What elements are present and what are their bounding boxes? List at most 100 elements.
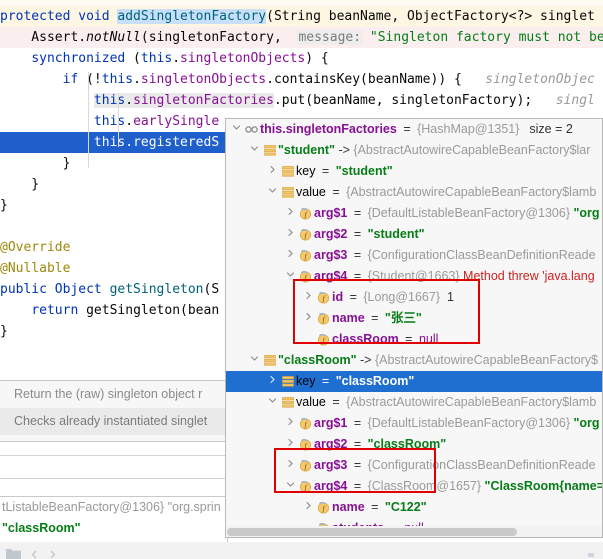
- code-line[interactable]: if (!this.singletonObjects.containsKey(b…: [0, 69, 603, 90]
- chevron-right-icon[interactable]: [266, 161, 279, 182]
- debugger-tree-row[interactable]: f id = {Long@1667} 1: [226, 287, 602, 308]
- chevron-right-icon[interactable]: [284, 245, 297, 266]
- chevron-right-icon[interactable]: [266, 371, 279, 392]
- panel-divider-2: [0, 478, 228, 479]
- debugger-tree-row[interactable]: f arg$1 = {DefaultListableBeanFactory@130…: [226, 203, 602, 224]
- debugger-value-tooltip[interactable]: this.singletonFactories = {HashMap@1351}…: [225, 118, 603, 538]
- debugger-tree-row[interactable]: f arg$3 = {ConfigurationClassBeanDefiniti…: [226, 245, 602, 266]
- code-line[interactable]: synchronized (this.singletonObjects) {: [0, 48, 603, 69]
- chevron-right-icon[interactable]: [48, 546, 57, 559]
- field-icon: f: [297, 224, 314, 245]
- chevron-down-icon[interactable]: [284, 266, 297, 287]
- debugger-tree-row[interactable]: value = {AbstractAutowireCapableBeanFact…: [226, 392, 602, 413]
- code-token: public Object: [0, 282, 110, 297]
- equals-sign: =: [367, 311, 382, 325]
- chevron-right-icon[interactable]: [284, 224, 297, 245]
- field-icon: f: [297, 203, 314, 224]
- debugger-tree-row[interactable]: "student" -> {AbstractAutowireCapableBea…: [226, 140, 602, 161]
- code-token: .: [125, 135, 134, 150]
- entry-icon: [279, 182, 296, 203]
- debugger-tree-row[interactable]: f arg$1 = {DefaultListableBeanFactory@130…: [226, 413, 602, 434]
- code-token: if: [62, 72, 79, 87]
- chevron-right-icon[interactable]: [302, 308, 315, 329]
- equals-sign: =: [350, 269, 365, 283]
- code-token: this: [101, 72, 134, 87]
- debugger-tree-row[interactable]: key = "student": [226, 161, 602, 182]
- folder-icon[interactable]: [6, 546, 21, 559]
- debugger-scrollbar-thumb[interactable]: [227, 528, 517, 536]
- variable-string-value: "student": [335, 164, 393, 178]
- chevron-down-icon[interactable]: [248, 350, 261, 371]
- bg-var-row-2[interactable]: "classRoom": [0, 518, 227, 539]
- debugger-tree-row[interactable]: f arg$4 = {ClassRoom@1657} "ClassRoom{nam…: [226, 476, 602, 497]
- variable-type: {AbstractAutowireCapableBeanFactory$lamb: [346, 185, 600, 199]
- variable-string-value: "org: [573, 416, 600, 430]
- chevron-left-icon[interactable]: [30, 546, 39, 559]
- debugger-tree-row[interactable]: f name = "C122": [226, 497, 602, 518]
- variable-name: arg$3: [314, 248, 348, 262]
- variable-name: classRoom: [332, 332, 399, 346]
- code-token: }: [0, 156, 71, 171]
- chevron-right-icon[interactable]: [284, 434, 297, 455]
- debugger-tree-row[interactable]: this.singletonFactories = {HashMap@1351}…: [226, 119, 602, 140]
- debugger-horizontal-scrollbar[interactable]: [226, 526, 602, 537]
- code-token: (singletonFactory,: [140, 30, 298, 45]
- chevron-right-icon[interactable]: [302, 287, 315, 308]
- entry-icon: [261, 350, 278, 371]
- variable-name: arg$4: [314, 269, 348, 283]
- watch-icon: [243, 119, 260, 140]
- field-icon: f: [315, 287, 332, 308]
- chevron-down-icon[interactable]: [266, 392, 279, 413]
- chevron-down-icon[interactable]: [266, 182, 279, 203]
- bg-var-row-1[interactable]: tListableBeanFactory@1306} "org.sprin: [0, 497, 227, 518]
- code-token: message:: [297, 30, 363, 45]
- chevron-down-icon[interactable]: [284, 476, 297, 497]
- bottom-right-icon[interactable]: [588, 548, 598, 559]
- code-token: this: [93, 135, 126, 150]
- variable-name: arg$1: [314, 416, 348, 430]
- debugger-tree-row[interactable]: f arg$3 = {ConfigurationClassBeanDefiniti…: [226, 455, 602, 476]
- debugger-tree-row[interactable]: f arg$2 = "student": [226, 224, 602, 245]
- variable-string-value: "student": [367, 227, 425, 241]
- debugger-tree-row[interactable]: "classRoom" -> {AbstractAutowireCapableB…: [226, 350, 602, 371]
- code-token: "Singleton factory must not be: [369, 30, 603, 45]
- code-token: addSingletonFactory: [117, 9, 267, 24]
- variable-name: arg$4: [314, 479, 348, 493]
- chevron-right-icon[interactable]: [284, 203, 297, 224]
- code-token: singl: [555, 93, 595, 108]
- equals-sign: =: [350, 248, 365, 262]
- collection-size: size = 2: [525, 122, 573, 136]
- chevron-right-icon[interactable]: [302, 497, 315, 518]
- variable-name: id: [332, 290, 344, 304]
- map-key-string: "student": [278, 143, 335, 157]
- field-icon: f: [297, 476, 314, 497]
- chevron-right-icon[interactable]: [284, 413, 297, 434]
- debugger-tree[interactable]: this.singletonFactories = {HashMap@1351}…: [226, 119, 602, 537]
- debugger-tree-row[interactable]: f arg$2 = "classRoom": [226, 434, 602, 455]
- code-line[interactable]: this.singletonFactories.put(beanName, si…: [0, 90, 603, 111]
- variable-name: key: [296, 164, 316, 178]
- chevron-down-icon[interactable]: [230, 119, 243, 140]
- debugger-tree-row[interactable]: key = "classRoom": [226, 371, 602, 392]
- code-token: this: [93, 114, 126, 129]
- variable-string-value: "ClassRoom{name=: [484, 479, 602, 493]
- field-icon: f: [297, 245, 314, 266]
- chevron-down-icon[interactable]: [248, 140, 261, 161]
- variable-name: value: [296, 185, 326, 199]
- debugger-tree-row[interactable]: value = {AbstractAutowireCapableBeanFact…: [226, 182, 602, 203]
- equals-sign: =: [318, 374, 333, 388]
- bg-var-row-2-text: "classRoom": [2, 521, 81, 535]
- debugger-tree-row[interactable]: f classRoom = null: [226, 329, 602, 350]
- equals-sign: =: [350, 227, 365, 241]
- chevron-right-icon[interactable]: [284, 455, 297, 476]
- debugger-tree-row[interactable]: f arg$4 = {Student@1663} Method threw 'ja…: [226, 266, 602, 287]
- bottom-toolbar-icons[interactable]: [6, 546, 57, 559]
- code-line[interactable]: Assert.notNull(singletonFactory, message…: [0, 27, 603, 48]
- debugger-tree-row[interactable]: f name = "张三": [226, 308, 602, 329]
- code-line[interactable]: protected void addSingletonFactory(Strin…: [0, 6, 603, 27]
- variable-string-value: "classRoom": [367, 437, 447, 451]
- equals-sign: =: [367, 500, 382, 514]
